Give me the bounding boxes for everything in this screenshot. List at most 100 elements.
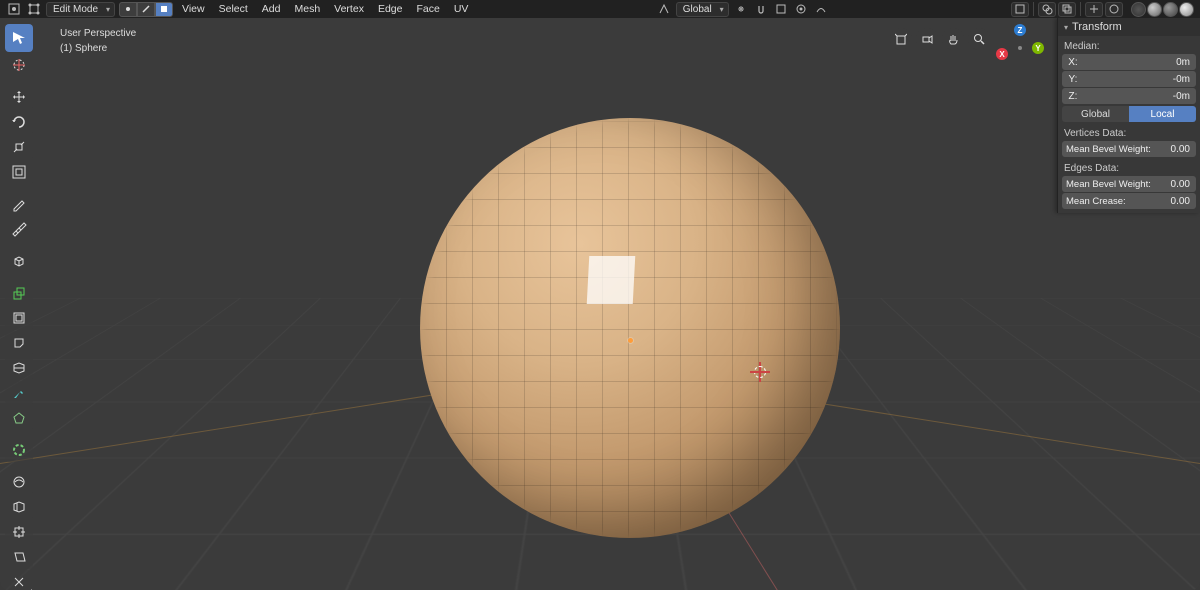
vertex-select-mode[interactable] [119, 2, 137, 17]
edge-bevel-label: Mean Bevel Weight: [1062, 176, 1154, 192]
object-label: (1) Sphere [60, 41, 136, 56]
edge-slide-tool[interactable] [5, 495, 33, 519]
3d-viewport[interactable] [0, 18, 1200, 590]
shading-wireframe[interactable] [1131, 2, 1146, 17]
zoom-view-icon[interactable] [968, 28, 990, 50]
3d-cursor[interactable] [750, 362, 770, 382]
overlays-icon[interactable] [1038, 2, 1056, 17]
orientation-dropdown[interactable]: Global [676, 2, 729, 17]
vert-bevel-value[interactable]: 0.00 [1154, 141, 1196, 157]
editor-type-icon[interactable] [6, 1, 22, 17]
rotate-tool[interactable] [5, 110, 33, 134]
transform-panel: Transform Median: X:0m Y:-0m Z:-0m Globa… [1057, 18, 1200, 213]
menu-edge[interactable]: Edge [373, 3, 408, 15]
left-toolbar [5, 24, 33, 590]
mode-dropdown[interactable]: Edit Mode [46, 2, 115, 17]
rip-region-tool[interactable] [5, 570, 33, 590]
smooth-tool[interactable] [5, 470, 33, 494]
perspective-label: User Perspective [60, 26, 136, 41]
shrink-fatten-tool[interactable] [5, 520, 33, 544]
coord-z-value[interactable]: -0m [1084, 88, 1196, 104]
spin-tool[interactable] [5, 438, 33, 462]
menu-uv[interactable]: UV [449, 3, 474, 15]
selected-face[interactable] [587, 256, 636, 304]
add-cube-tool[interactable] [5, 249, 33, 273]
orientation-icon[interactable] [656, 1, 672, 17]
proportional-edit-icon[interactable] [793, 1, 809, 17]
mode-label: Edit Mode [53, 4, 98, 15]
snap-type-dropdown[interactable] [773, 1, 789, 17]
sphere-object[interactable] [420, 118, 840, 538]
knife-tool[interactable] [5, 381, 33, 405]
coord-y-label: Y: [1062, 71, 1084, 87]
edge-crease-value[interactable]: 0.00 [1154, 193, 1196, 209]
menu-add[interactable]: Add [257, 3, 286, 15]
viewport-overlay-icons [890, 28, 990, 50]
edge-crease-label: Mean Crease: [1062, 193, 1154, 209]
shading-solid[interactable] [1147, 2, 1162, 17]
xray-icon[interactable] [1058, 2, 1076, 17]
edge-select-mode[interactable] [137, 2, 155, 17]
annotate-tool[interactable] [5, 192, 33, 216]
extrude-region-tool[interactable] [5, 281, 33, 305]
work-area: User Perspective (1) Sphere Z Y X Transf… [0, 18, 1200, 590]
inset-faces-tool[interactable] [5, 306, 33, 330]
menu-view[interactable]: View [177, 3, 210, 15]
orientation-label: Global [683, 4, 712, 15]
menu-face[interactable]: Face [411, 3, 444, 15]
gizmo-x-axis[interactable]: X [996, 48, 1008, 60]
sphere-surface [420, 118, 840, 538]
select-mode-trio [119, 2, 173, 17]
object-origin [628, 338, 633, 343]
coord-z-label: Z: [1062, 88, 1084, 104]
camera-to-view-icon[interactable] [916, 28, 938, 50]
pivot-icon[interactable] [733, 1, 749, 17]
space-global[interactable]: Global [1062, 106, 1129, 122]
select-box-tool[interactable] [5, 24, 33, 52]
space-local[interactable]: Local [1129, 106, 1196, 122]
measure-tool[interactable] [5, 217, 33, 241]
gizmo-y-axis[interactable]: Y [1032, 42, 1044, 54]
mode-icon [26, 1, 42, 17]
transform-panel-header[interactable]: Transform [1058, 18, 1200, 36]
snap-icon[interactable] [753, 1, 769, 17]
move-tool[interactable] [5, 85, 33, 109]
viewport-info: User Perspective (1) Sphere [60, 26, 136, 56]
proportional-falloff-dropdown[interactable] [813, 1, 829, 17]
shading-rendered[interactable] [1179, 2, 1194, 17]
vert-bevel-label: Mean Bevel Weight: [1062, 141, 1154, 157]
sphere-wireframe [420, 118, 840, 538]
edges-data-label: Edges Data: [1062, 161, 1196, 176]
poly-build-tool[interactable] [5, 406, 33, 430]
shading-matprev[interactable] [1163, 2, 1178, 17]
transform-tool[interactable] [5, 160, 33, 184]
separator [1033, 2, 1034, 16]
menu-vertex[interactable]: Vertex [329, 3, 369, 15]
cursor-tool[interactable] [5, 53, 33, 77]
scale-tool[interactable] [5, 135, 33, 159]
median-label: Median: [1062, 39, 1196, 54]
separator [1080, 2, 1081, 16]
camera-view-icon[interactable] [890, 28, 912, 50]
face-select-mode[interactable] [155, 2, 173, 17]
vertices-data-label: Vertices Data: [1062, 126, 1196, 141]
edge-bevel-value[interactable]: 0.00 [1154, 176, 1196, 192]
coord-x-value[interactable]: 0m [1084, 54, 1196, 70]
menu-mesh[interactable]: Mesh [289, 3, 325, 15]
header-right-group [1011, 2, 1123, 17]
pan-view-icon[interactable] [942, 28, 964, 50]
shading-modes [1131, 2, 1194, 17]
navigation-gizmo[interactable]: Z Y X [998, 26, 1042, 70]
gizmo-z-axis[interactable]: Z [1014, 24, 1026, 36]
space-toggle: Global Local [1062, 106, 1196, 122]
overlays-toggle-icon[interactable] [1105, 2, 1123, 17]
coord-x-label: X: [1062, 54, 1084, 70]
menu-select[interactable]: Select [214, 3, 253, 15]
shear-tool[interactable] [5, 545, 33, 569]
header-bar: Edit Mode View Select Add Mesh Vertex Ed… [0, 0, 1200, 18]
gizmo-toggle-icon[interactable] [1085, 2, 1103, 17]
bevel-tool[interactable] [5, 331, 33, 355]
mesh-edit-mode-icon[interactable] [1011, 2, 1029, 17]
coord-y-value[interactable]: -0m [1084, 71, 1196, 87]
loop-cut-tool[interactable] [5, 356, 33, 380]
